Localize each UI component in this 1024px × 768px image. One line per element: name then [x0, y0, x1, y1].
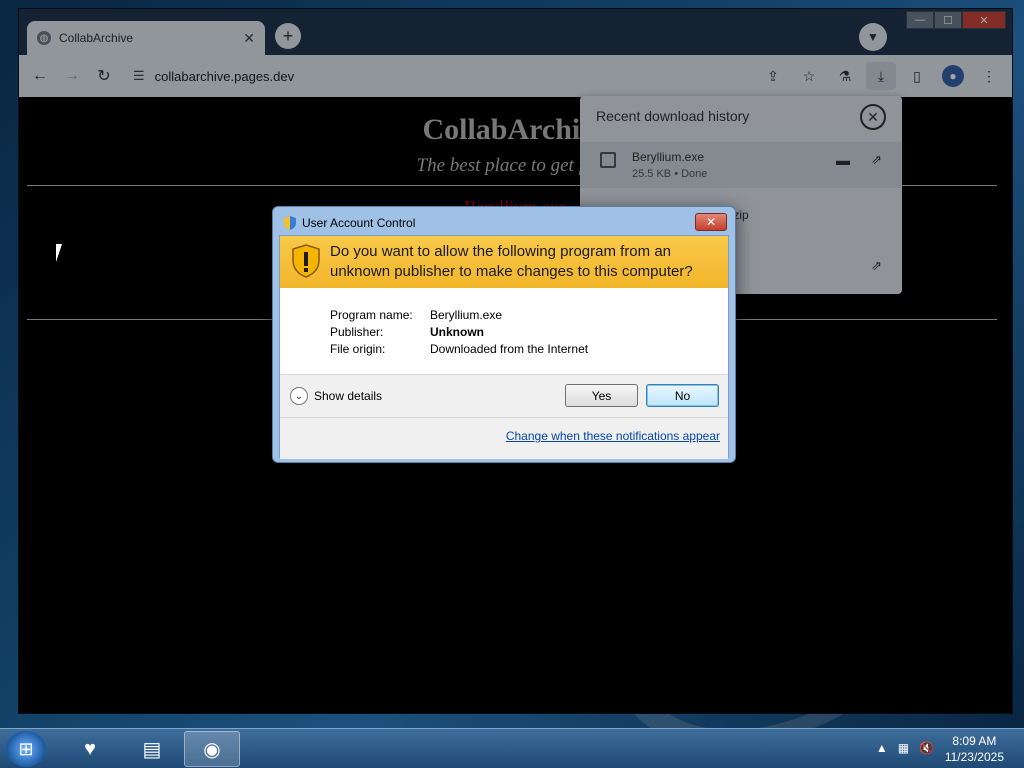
- file-explorer-icon[interactable]: ▤: [124, 731, 180, 767]
- volume-muted-icon[interactable]: 🔇: [919, 741, 934, 755]
- start-button[interactable]: ⊞: [6, 731, 46, 767]
- info-row: File origin: Downloaded from the Interne…: [330, 342, 588, 359]
- program-info: Program name: Beryllium.exe Publisher: U…: [330, 308, 588, 359]
- info-label: File origin:: [330, 342, 386, 356]
- uac-close-button[interactable]: ✕: [695, 213, 727, 231]
- uac-dialog: User Account Control ✕ Do you want to al…: [272, 206, 736, 463]
- browser-taskbar-icon[interactable]: ◉: [184, 731, 240, 767]
- info-label: Publisher:: [330, 325, 384, 339]
- info-row: Program name: Beryllium.exe: [330, 308, 588, 325]
- clock-date: 11/23/2025: [944, 750, 1004, 764]
- info-value: Unknown: [430, 325, 484, 339]
- uac-warning-banner: Do you want to allow the following progr…: [280, 236, 728, 288]
- chevron-up-icon[interactable]: ▲: [876, 741, 888, 755]
- taskbar: ⊞ ♥ ▤ ◉ ▲ ▦ 🔇 8:09 AM 11/23/2025: [0, 728, 1024, 768]
- info-value: Downloaded from the Internet: [430, 342, 589, 356]
- uac-titlebar: User Account Control ✕: [273, 207, 735, 237]
- uac-client-area: Do you want to allow the following progr…: [279, 235, 729, 459]
- info-row: Publisher: Unknown: [330, 325, 588, 342]
- chevron-down-icon: ⌄: [290, 387, 308, 405]
- uac-question: Do you want to allow the following progr…: [330, 243, 693, 280]
- uac-button-area: ⌄ Show details Yes No Change when these …: [280, 375, 728, 459]
- no-button[interactable]: No: [646, 384, 719, 407]
- network-icon[interactable]: ▦: [898, 741, 909, 755]
- divider: [280, 417, 728, 418]
- clock-time: 8:09 AM: [952, 734, 997, 748]
- change-notifications-link[interactable]: Change when these notifications appear: [506, 429, 720, 443]
- clock[interactable]: 8:09 AM 11/23/2025: [945, 733, 1004, 765]
- show-details-label: Show details: [314, 389, 383, 403]
- warning-shield-icon: [292, 244, 320, 278]
- show-details-toggle[interactable]: ⌄ Show details: [290, 387, 382, 405]
- mouse-cursor-icon: [56, 244, 68, 262]
- system-tray: ▲ ▦ 🔇: [876, 741, 934, 755]
- info-value: Beryllium.exe: [430, 308, 503, 322]
- info-label: Program name:: [330, 308, 413, 322]
- taskbar-app-icon[interactable]: ♥: [62, 731, 118, 767]
- uac-title: User Account Control: [302, 216, 416, 230]
- yes-button[interactable]: Yes: [565, 384, 638, 407]
- shield-icon: [284, 216, 296, 230]
